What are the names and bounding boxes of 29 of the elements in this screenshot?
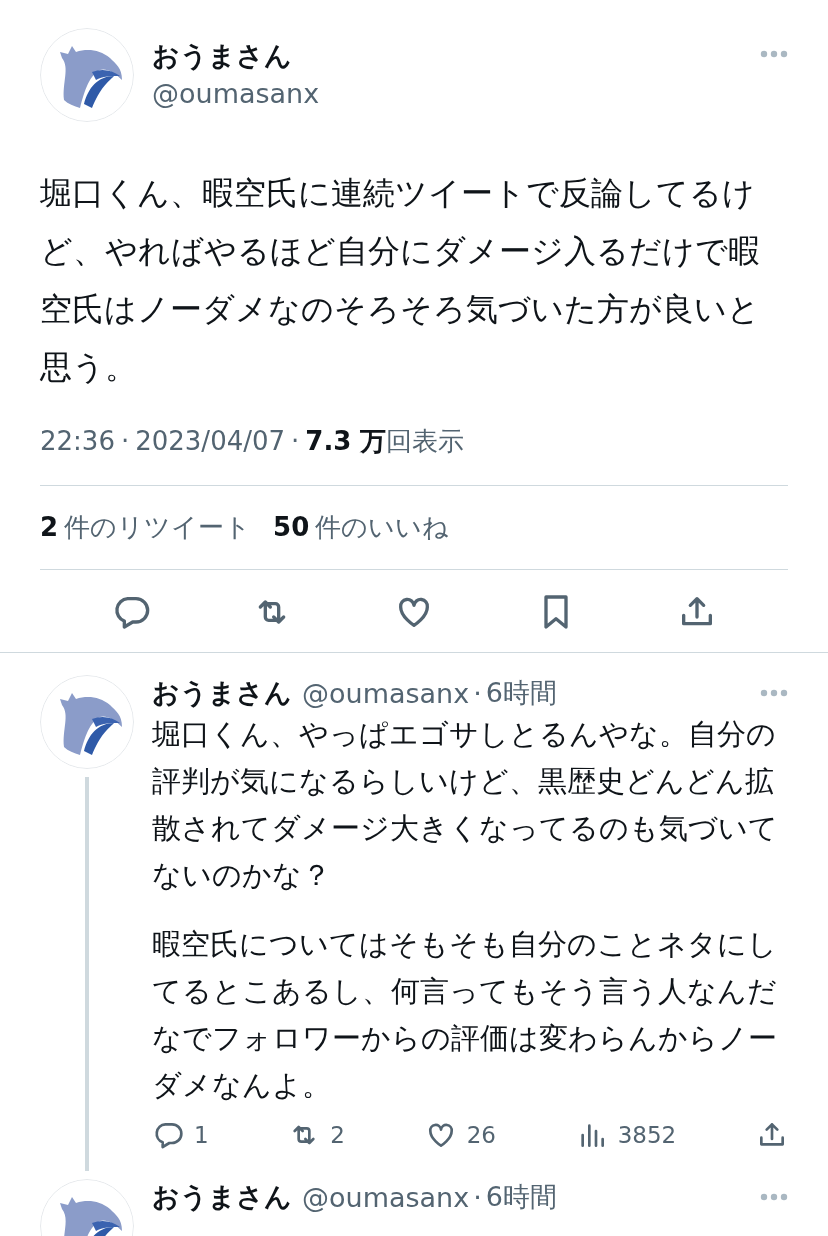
separator-dot: · bbox=[120, 426, 130, 456]
stat-count[interactable]: 2 bbox=[40, 512, 59, 542]
reply-text: 暇空氏についてはそもそも自分のことネタにしてるとこあるし、何言ってもそう言う人なんだなでフォロワーからの評価は変わらんからノーダメなんよ。 bbox=[152, 927, 778, 1104]
tweet-date: 2023/04/07 bbox=[135, 426, 286, 456]
retweet-button[interactable]: 2 bbox=[288, 1119, 345, 1151]
display-name[interactable]: おうまさん bbox=[152, 38, 742, 74]
views-button[interactable]: 3852 bbox=[575, 1119, 677, 1151]
user-handle[interactable]: @oumasanx bbox=[152, 78, 742, 109]
stat-label[interactable]: 件のいいね bbox=[315, 510, 450, 545]
user-handle[interactable]: @oumasanx bbox=[302, 1181, 470, 1213]
separator-dot: · bbox=[473, 677, 482, 709]
like-button[interactable]: 26 bbox=[424, 1119, 496, 1151]
tweet-time: 22:36 bbox=[40, 426, 115, 456]
display-name[interactable]: おうまさん bbox=[152, 1179, 292, 1215]
avatar-icon[interactable] bbox=[40, 675, 134, 769]
display-name[interactable]: おうまさん bbox=[152, 675, 292, 711]
view-label: 回表示 bbox=[386, 425, 465, 458]
user-handle[interactable]: @oumasanx bbox=[302, 677, 470, 709]
post-age: 6時間 bbox=[485, 1180, 557, 1214]
separator-dot: · bbox=[473, 1181, 482, 1213]
view-count: 7.3 万 bbox=[305, 425, 387, 458]
stat-count[interactable]: 50 bbox=[273, 512, 310, 542]
reply-button[interactable]: 1 bbox=[152, 1119, 209, 1151]
reply-text: 堀口くん、やっぱエゴサしとるんやな。自分の評判が気になるらしいけど、黒歴史どんどん拡散されてダメージ大きくなってるのも気づいてないのかな？ bbox=[152, 717, 779, 894]
post-age: 6時間 bbox=[485, 676, 557, 710]
avatar-icon[interactable] bbox=[40, 28, 134, 122]
separator-dot: · bbox=[291, 426, 300, 456]
stat-label[interactable]: 件のリツイート bbox=[64, 510, 252, 545]
tweet-text: 堀口くん、暇空氏に連続ツイートで反論してるけど、やればやるほど自分にダメージ入るだけで暇空氏はノーダメなのそろそろ気づいた方が良いと思う。 bbox=[40, 173, 761, 388]
